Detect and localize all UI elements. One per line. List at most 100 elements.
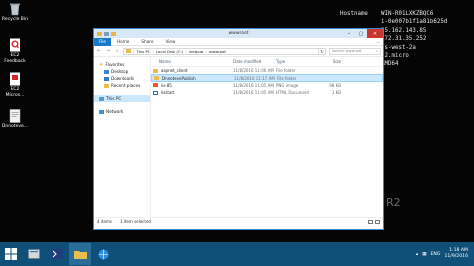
file-row-iisstart[interactable]: iisstart 11/8/2016 11:05 AM HTML Documen… bbox=[151, 89, 383, 96]
navigation-pane: ★ Favorites Desktop Downloads Recent pla… bbox=[94, 57, 151, 217]
shortcut-icon bbox=[8, 109, 22, 123]
bginfo-value: i-0e007b1f1a81b625d bbox=[381, 19, 448, 26]
nav-label: This PC bbox=[106, 96, 122, 101]
breadcrumb-wwwroot[interactable]: wwwroot bbox=[209, 49, 226, 54]
bginfo-value: us-west-2a bbox=[381, 44, 416, 51]
column-header-name[interactable]: Name bbox=[151, 59, 233, 64]
maximize-button[interactable]: ▢ bbox=[355, 29, 367, 38]
system-tray: ▴ ▦ ENG 1:18 AM 11/9/2016 bbox=[416, 248, 474, 260]
file-type: HTML Document bbox=[276, 90, 310, 96]
breadcrumb-local-disk[interactable]: Local Disk (C:) bbox=[156, 49, 183, 54]
file-size: 98 KB bbox=[329, 82, 341, 88]
file-row-iis-85[interactable]: iis-85 11/8/2016 11:05 AM PNG image 98 K… bbox=[151, 82, 383, 89]
nav-label: Recent places bbox=[111, 83, 141, 88]
powershell-icon bbox=[51, 249, 63, 259]
os-watermark: R2 bbox=[386, 196, 401, 209]
network-tray-icon[interactable]: ▦ bbox=[422, 252, 426, 257]
clock-date: 11/9/2016 bbox=[444, 254, 468, 259]
bginfo-value: 35.162.143.85 bbox=[381, 27, 427, 34]
nav-item-favorites[interactable]: ★ Favorites bbox=[94, 61, 150, 68]
file-type: File folder bbox=[277, 75, 297, 81]
search-input[interactable]: Search wwwroot ⌕ bbox=[329, 47, 381, 55]
nav-item-downloads[interactable]: Downloads bbox=[94, 75, 150, 82]
start-icon bbox=[5, 248, 17, 260]
computer-icon bbox=[99, 96, 104, 101]
bginfo-key: Hostname bbox=[340, 11, 368, 17]
bginfo-value: t2.micro bbox=[381, 53, 409, 60]
nav-item-network[interactable]: Network bbox=[94, 108, 150, 115]
file-list: Name Date modified Type Size aspnet_clie… bbox=[151, 57, 383, 217]
close-button[interactable]: ✕ bbox=[367, 29, 383, 38]
desktop-icon-ec2-microsoft[interactable]: EC2 Micros... bbox=[2, 72, 28, 98]
folder-icon bbox=[154, 76, 159, 81]
address-bar[interactable]: › This PC › Local Disk (C:) › inetpub › … bbox=[123, 47, 326, 55]
file-explorer-icon bbox=[73, 251, 87, 259]
file-type: PNG image bbox=[276, 82, 299, 88]
desktop-icon-recycle-bin[interactable]: Recycle Bin bbox=[2, 2, 28, 23]
nav-label: Downloads bbox=[111, 76, 134, 81]
tab-share[interactable]: Share bbox=[135, 39, 159, 44]
search-placeholder: Search wwwroot bbox=[332, 49, 362, 53]
file-date: 11/8/2016 11:05 AM bbox=[233, 90, 274, 96]
start-button[interactable] bbox=[0, 243, 22, 265]
browser-icon bbox=[98, 249, 108, 259]
clock[interactable]: 1:18 AM 11/9/2016 bbox=[444, 248, 468, 260]
file-name: aspnet_client bbox=[161, 68, 188, 74]
file-name: iisstart bbox=[161, 90, 175, 96]
column-header-date[interactable]: Date modified bbox=[233, 59, 276, 64]
ribbon-tabs: File Home Share View ⌄ bbox=[94, 37, 383, 46]
up-arrow-icon[interactable]: ↑ bbox=[114, 49, 120, 54]
forward-arrow-icon[interactable]: → bbox=[105, 48, 111, 54]
recent-places-icon bbox=[104, 83, 109, 88]
taskbar-server-manager[interactable] bbox=[23, 243, 45, 265]
network-icon bbox=[99, 109, 104, 114]
bginfo-value: 172.31.35.252 bbox=[381, 36, 427, 43]
back-arrow-icon[interactable]: ← bbox=[96, 48, 102, 54]
file-size: 1 KB bbox=[331, 90, 341, 96]
refresh-icon[interactable]: ↻ bbox=[318, 48, 325, 54]
star-icon: ★ bbox=[99, 61, 104, 68]
taskbar-browser[interactable] bbox=[92, 243, 114, 265]
status-bar: 4 items 1 item selected bbox=[94, 217, 383, 225]
nav-label: Desktop bbox=[111, 69, 129, 74]
details-view-icon[interactable] bbox=[368, 219, 373, 224]
file-name: DnnotevePublish bbox=[162, 75, 196, 81]
breadcrumb-this-pc[interactable]: This PC bbox=[137, 49, 151, 54]
tab-file[interactable]: File bbox=[94, 37, 112, 46]
folder-icon bbox=[153, 68, 158, 73]
ec2-feedback-icon bbox=[8, 38, 22, 52]
column-header-size[interactable]: Size bbox=[321, 59, 341, 64]
column-header-type[interactable]: Type bbox=[276, 59, 321, 64]
minimize-button[interactable]: – bbox=[343, 29, 355, 38]
file-list-header: Name Date modified Type Size bbox=[151, 57, 383, 67]
ec2-microsoft-icon bbox=[8, 72, 22, 86]
nav-label: Network bbox=[106, 109, 124, 114]
window-titlebar[interactable]: wwwroot – ▢ ✕ bbox=[94, 29, 383, 38]
nav-item-recent-places[interactable]: Recent places bbox=[94, 82, 150, 89]
window-controls: – ▢ ✕ bbox=[343, 29, 383, 38]
nav-item-desktop[interactable]: Desktop bbox=[94, 68, 150, 75]
taskbar-file-explorer[interactable] bbox=[69, 243, 91, 265]
language-indicator[interactable]: ENG bbox=[431, 252, 441, 257]
address-row: ← → ↑ › This PC › Local Disk (C:) › inet… bbox=[94, 46, 383, 57]
tray-arrow-icon[interactable]: ▴ bbox=[416, 252, 418, 257]
recycle-bin-icon bbox=[8, 2, 22, 16]
file-row-aspnet-client[interactable]: aspnet_client 11/8/2016 11:06 AM File fo… bbox=[151, 67, 383, 74]
breadcrumb-inetpub[interactable]: inetpub bbox=[189, 49, 204, 54]
downloads-icon bbox=[104, 76, 109, 81]
large-icons-view-icon[interactable] bbox=[375, 219, 380, 224]
folder-icon bbox=[126, 49, 131, 53]
ribbon-expand-icon[interactable]: ⌄ bbox=[377, 39, 380, 44]
nav-item-this-pc[interactable]: This PC bbox=[94, 95, 150, 102]
desktop-icon-ec2-feedback[interactable]: EC2 Feedback bbox=[2, 38, 28, 64]
item-count: 4 items bbox=[97, 219, 112, 224]
desktop-icon-label: EC2 Micros... bbox=[5, 87, 25, 98]
desktop-icon-shortcut[interactable]: Dnnoteve... bbox=[2, 109, 28, 130]
tab-view[interactable]: View bbox=[159, 39, 181, 44]
taskbar-powershell[interactable] bbox=[46, 243, 68, 265]
desktop-icon-label: EC2 Feedback bbox=[4, 53, 26, 64]
file-row-dnnotevepublish[interactable]: DnnotevePublish 11/8/2016 11:17 AM File … bbox=[151, 74, 383, 82]
tab-home[interactable]: Home bbox=[111, 39, 135, 44]
png-image-icon bbox=[153, 83, 158, 88]
desktop-icon-label: Dnnoteve... bbox=[1, 124, 29, 129]
